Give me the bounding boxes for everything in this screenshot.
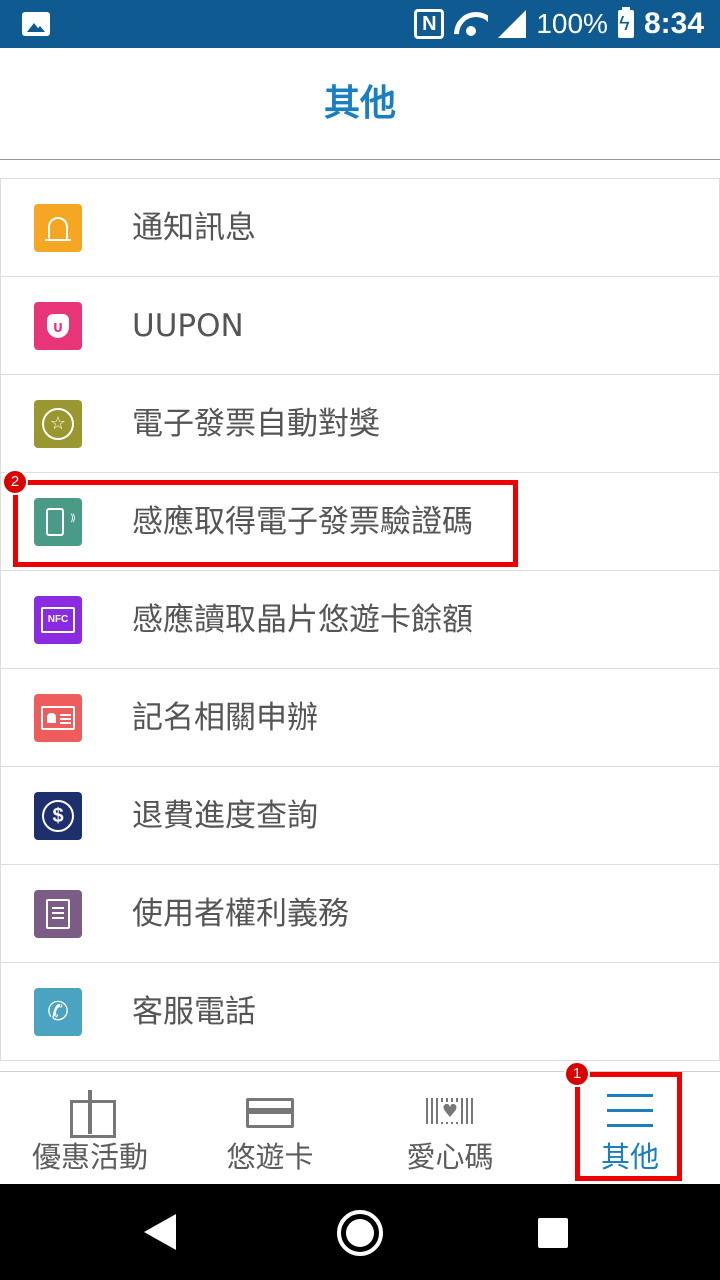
menu-item-label: 電子發票自動對獎	[132, 406, 380, 442]
system-navigation-bar	[0, 1184, 720, 1280]
page-title: 其他	[323, 83, 396, 124]
menu-item-label: 記名相關申辦	[132, 700, 318, 736]
menu-item-label: 客服電話	[132, 994, 256, 1030]
nfc-icon: N	[414, 9, 445, 39]
nfc-bubble-icon: NFC	[34, 596, 82, 644]
menu-item-user-rights[interactable]: 使用者權利義務	[1, 865, 719, 963]
tab-label: 悠遊卡	[226, 1140, 314, 1174]
menu-item-label: 感應讀取晶片悠遊卡餘額	[132, 602, 473, 638]
menu-item-label: UUPON	[132, 308, 244, 344]
tab-promotions[interactable]: 優惠活動	[0, 1072, 180, 1184]
tab-label: 愛心碼	[406, 1140, 494, 1174]
home-icon[interactable]	[337, 1210, 383, 1256]
status-icons: N 100% 8:34	[414, 6, 704, 42]
highlight-box-2	[13, 480, 518, 567]
back-icon[interactable]	[144, 1214, 176, 1250]
signal-icon	[498, 10, 527, 38]
menu-item-customer-service[interactable]: ✆ 客服電話	[1, 963, 719, 1061]
menu-item-invoice-auto-check[interactable]: ☆ 電子發票自動對獎	[1, 375, 719, 473]
step-badge-1: 1	[564, 1061, 590, 1087]
phone-icon: ✆	[34, 988, 82, 1036]
dollar-icon: $	[34, 792, 82, 840]
page-header: 其他	[0, 48, 720, 160]
menu-item-registration[interactable]: 記名相關申辦	[1, 669, 719, 767]
menu-item-refund-status[interactable]: $ 退費進度查詢	[1, 767, 719, 865]
bell-icon	[34, 204, 82, 252]
menu-item-notifications[interactable]: 通知訊息	[1, 179, 719, 277]
status-bar: N 100% 8:34	[0, 0, 720, 48]
gift-icon	[68, 1090, 116, 1138]
tab-donation-code[interactable]: 愛心碼	[360, 1072, 540, 1184]
menu-item-label: 退費進度查詢	[132, 798, 318, 834]
step-badge-2: 2	[2, 469, 28, 495]
document-icon	[34, 890, 82, 938]
barcode-heart-icon	[426, 1090, 474, 1124]
clock: 8:34	[643, 7, 704, 40]
tab-label: 優惠活動	[31, 1140, 148, 1174]
battery-percent: 100%	[536, 8, 608, 39]
card-icon	[246, 1090, 294, 1128]
acorn-icon: U	[34, 302, 82, 350]
wifi-icon	[454, 10, 488, 38]
battery-charging-icon	[617, 7, 634, 38]
menu-item-label: 通知訊息	[132, 210, 256, 246]
menu-item-card-balance[interactable]: NFC 感應讀取晶片悠遊卡餘額	[1, 571, 719, 669]
tab-easycard[interactable]: 悠遊卡	[180, 1072, 360, 1184]
menu-list: 通知訊息 U UUPON ☆ 電子發票自動對獎 感應取得電子發票驗證碼 NFC …	[0, 178, 720, 1061]
recent-apps-icon[interactable]	[538, 1218, 568, 1248]
menu-item-uupon[interactable]: U UUPON	[1, 277, 719, 375]
star-badge-icon: ☆	[34, 400, 82, 448]
highlight-box-1	[575, 1072, 682, 1181]
menu-item-label: 使用者權利義務	[132, 896, 349, 932]
id-card-icon	[34, 694, 82, 742]
image-icon	[22, 12, 50, 36]
